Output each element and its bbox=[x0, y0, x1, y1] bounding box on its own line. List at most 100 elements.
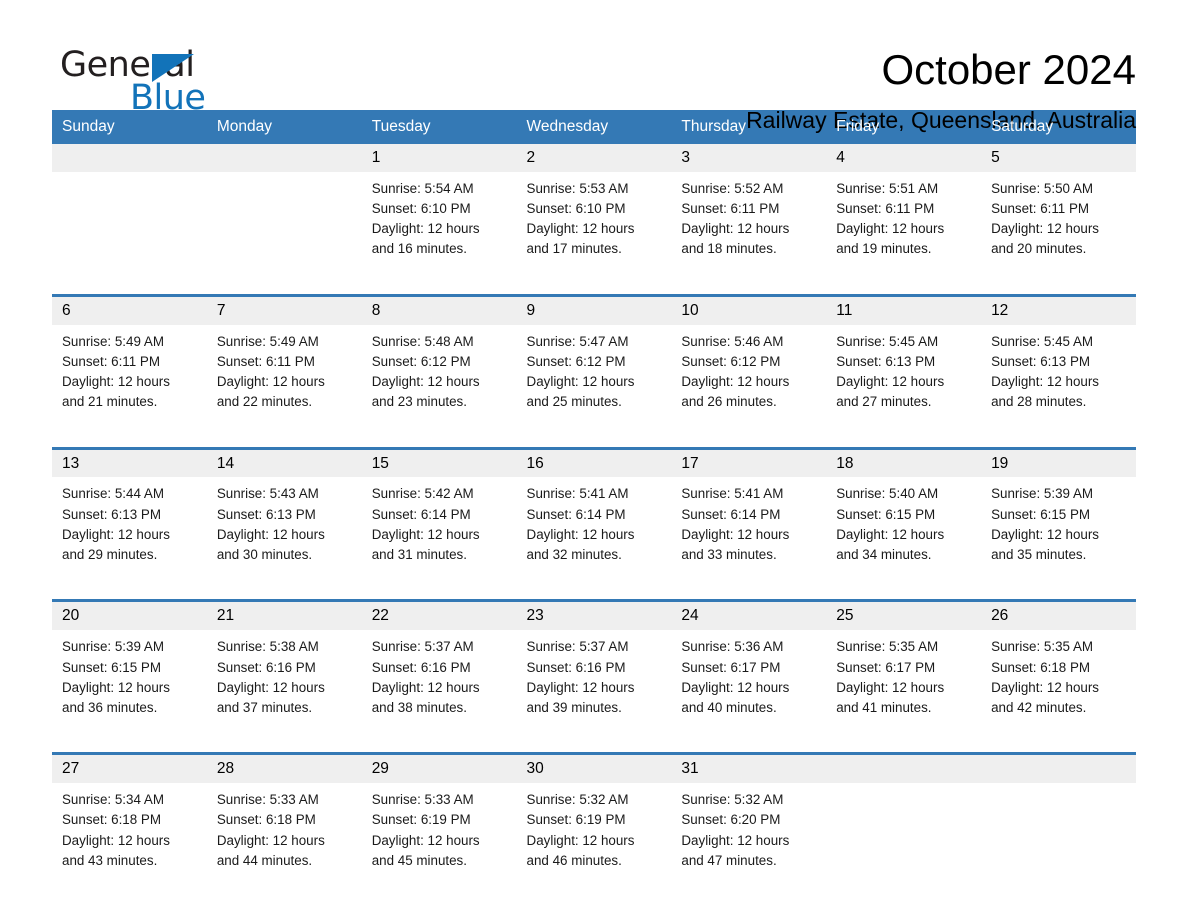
daylight-text: and 47 minutes. bbox=[681, 852, 777, 868]
sunset-text: Sunset: 6:13 PM bbox=[62, 506, 161, 522]
daylight-text: Daylight: 12 hours bbox=[681, 374, 790, 390]
day-number[interactable]: 2 bbox=[516, 144, 672, 172]
day-number[interactable]: 4 bbox=[826, 144, 982, 172]
sunrise-text: Sunrise: 5:32 AM bbox=[526, 792, 629, 808]
daylight-text: Daylight: 12 hours bbox=[371, 374, 480, 390]
daylight-text: Daylight: 12 hours bbox=[836, 679, 945, 695]
daylight-text: and 17 minutes. bbox=[526, 241, 622, 257]
day-number[interactable]: 22 bbox=[361, 599, 517, 631]
day-number[interactable]: 14 bbox=[206, 446, 362, 478]
day-cell: Sunrise: 5:39 AM Sunset: 6:15 PM Daylight:… bbox=[52, 630, 207, 754]
day-number[interactable]: 30 bbox=[516, 752, 672, 784]
day-cell: Sunrise: 5:41 AM Sunset: 6:14 PM Daylight:… bbox=[671, 477, 827, 601]
daylight-text: Daylight: 12 hours bbox=[681, 526, 790, 542]
sunset-text: Sunset: 6:11 PM bbox=[216, 353, 315, 369]
sunset-text: Sunset: 6:14 PM bbox=[371, 506, 471, 522]
day-number[interactable]: 25 bbox=[826, 599, 982, 631]
sunrise-text: Sunrise: 5:37 AM bbox=[526, 639, 629, 655]
day-number[interactable]: 7 bbox=[206, 293, 362, 325]
day-number[interactable]: 10 bbox=[671, 293, 827, 325]
weekday-header-wednesday: Wednesday bbox=[516, 110, 672, 145]
day-number[interactable]: 15 bbox=[361, 446, 517, 478]
daylight-text: Daylight: 12 hours bbox=[371, 832, 480, 848]
day-number[interactable]: 13 bbox=[52, 446, 207, 478]
day-number-empty bbox=[52, 144, 207, 172]
daylight-text: and 35 minutes. bbox=[991, 547, 1087, 563]
sunrise-sunset-calendar: Sunday Monday Tuesday Wednesday Thursday… bbox=[52, 110, 1136, 906]
week-detail-row: Sunrise: 5:34 AM Sunset: 6:18 PM Daylight:… bbox=[52, 783, 1136, 906]
day-number[interactable]: 1 bbox=[361, 144, 517, 172]
daylight-text: Daylight: 12 hours bbox=[216, 679, 325, 695]
general-blue-logo[interactable]: General Blue bbox=[52, 46, 242, 116]
sunset-text: Sunset: 6:13 PM bbox=[216, 506, 316, 522]
day-cell: Sunrise: 5:43 AM Sunset: 6:13 PM Daylight:… bbox=[206, 477, 362, 601]
sunrise-text: Sunrise: 5:49 AM bbox=[62, 333, 164, 349]
week-detail-row: Sunrise: 5:39 AM Sunset: 6:15 PM Daylight:… bbox=[52, 630, 1136, 754]
sunset-text: Sunset: 6:12 PM bbox=[681, 353, 781, 369]
sunrise-text: Sunrise: 5:43 AM bbox=[216, 486, 319, 502]
day-cell: Sunrise: 5:46 AM Sunset: 6:12 PM Daylight:… bbox=[671, 324, 827, 449]
day-number[interactable]: 9 bbox=[516, 293, 672, 325]
day-number[interactable]: 3 bbox=[671, 144, 827, 172]
sunrise-text: Sunrise: 5:37 AM bbox=[371, 639, 474, 655]
day-number[interactable]: 21 bbox=[206, 599, 362, 631]
day-number[interactable]: 20 bbox=[52, 599, 207, 631]
day-cell: Sunrise: 5:49 AM Sunset: 6:11 PM Daylight:… bbox=[52, 324, 207, 449]
daylight-text: and 40 minutes. bbox=[681, 699, 777, 715]
daylight-text: Daylight: 12 hours bbox=[836, 221, 945, 237]
page-title: October 2024 bbox=[881, 46, 1136, 93]
page-header: General Blue October 2024 Railway Estate… bbox=[52, 0, 1136, 132]
day-number[interactable]: 5 bbox=[981, 144, 1136, 172]
daylight-text: Daylight: 12 hours bbox=[991, 526, 1099, 542]
daylight-text: and 25 minutes. bbox=[526, 394, 622, 410]
day-number[interactable]: 26 bbox=[981, 599, 1136, 631]
day-cell: Sunrise: 5:52 AM Sunset: 6:11 PM Daylight:… bbox=[671, 171, 827, 296]
sunset-text: Sunset: 6:12 PM bbox=[526, 353, 626, 369]
sunrise-text: Sunrise: 5:49 AM bbox=[216, 333, 319, 349]
sunrise-text: Sunrise: 5:46 AM bbox=[681, 333, 784, 349]
daylight-text: and 33 minutes. bbox=[681, 547, 777, 563]
sunrise-text: Sunrise: 5:42 AM bbox=[371, 486, 474, 502]
daylight-text: Daylight: 12 hours bbox=[526, 832, 635, 848]
day-cell: Sunrise: 5:38 AM Sunset: 6:16 PM Daylight:… bbox=[206, 630, 362, 754]
day-number[interactable]: 28 bbox=[206, 752, 362, 784]
day-number[interactable]: 18 bbox=[826, 446, 982, 478]
daylight-text: Daylight: 12 hours bbox=[526, 526, 635, 542]
sunset-text: Sunset: 6:15 PM bbox=[836, 506, 936, 522]
day-number-empty bbox=[981, 752, 1136, 784]
sunset-text: Sunset: 6:16 PM bbox=[216, 659, 316, 675]
day-number[interactable]: 23 bbox=[516, 599, 672, 631]
day-number[interactable]: 31 bbox=[671, 752, 827, 784]
day-cell: Sunrise: 5:35 AM Sunset: 6:18 PM Daylight:… bbox=[981, 630, 1136, 754]
sunrise-text: Sunrise: 5:39 AM bbox=[991, 486, 1094, 502]
day-number[interactable]: 19 bbox=[981, 446, 1136, 478]
daylight-text: Daylight: 12 hours bbox=[216, 832, 325, 848]
sunrise-text: Sunrise: 5:45 AM bbox=[836, 333, 939, 349]
day-number[interactable]: 27 bbox=[52, 752, 207, 784]
daylight-text: and 43 minutes. bbox=[62, 852, 158, 868]
week-detail-row: Sunrise: 5:44 AM Sunset: 6:13 PM Daylight:… bbox=[52, 477, 1136, 601]
daylight-text: and 41 minutes. bbox=[836, 699, 932, 715]
week-daynumber-row: 20 21 22 23 24 25 26 bbox=[52, 599, 1136, 631]
sunrise-text: Sunrise: 5:45 AM bbox=[991, 333, 1094, 349]
daylight-text: and 28 minutes. bbox=[991, 394, 1087, 410]
day-number[interactable]: 29 bbox=[361, 752, 517, 784]
daylight-text: Daylight: 12 hours bbox=[216, 374, 325, 390]
day-number[interactable]: 12 bbox=[981, 293, 1136, 325]
sunrise-text: Sunrise: 5:38 AM bbox=[216, 639, 319, 655]
day-cell: Sunrise: 5:50 AM Sunset: 6:11 PM Daylight:… bbox=[981, 171, 1136, 296]
day-number[interactable]: 17 bbox=[671, 446, 827, 478]
sunset-text: Sunset: 6:19 PM bbox=[526, 812, 626, 828]
sunrise-text: Sunrise: 5:35 AM bbox=[991, 639, 1094, 655]
sunset-text: Sunset: 6:10 PM bbox=[526, 201, 626, 217]
sunset-text: Sunset: 6:11 PM bbox=[991, 201, 1090, 217]
day-number[interactable]: 24 bbox=[671, 599, 827, 631]
sunset-text: Sunset: 6:13 PM bbox=[836, 353, 936, 369]
daylight-text: and 42 minutes. bbox=[991, 699, 1087, 715]
day-number[interactable]: 6 bbox=[52, 293, 207, 325]
day-number[interactable]: 16 bbox=[516, 446, 672, 478]
day-number[interactable]: 11 bbox=[826, 293, 982, 325]
sunset-text: Sunset: 6:17 PM bbox=[681, 659, 781, 675]
day-cell: Sunrise: 5:33 AM Sunset: 6:18 PM Daylight:… bbox=[206, 783, 362, 906]
day-number[interactable]: 8 bbox=[361, 293, 517, 325]
